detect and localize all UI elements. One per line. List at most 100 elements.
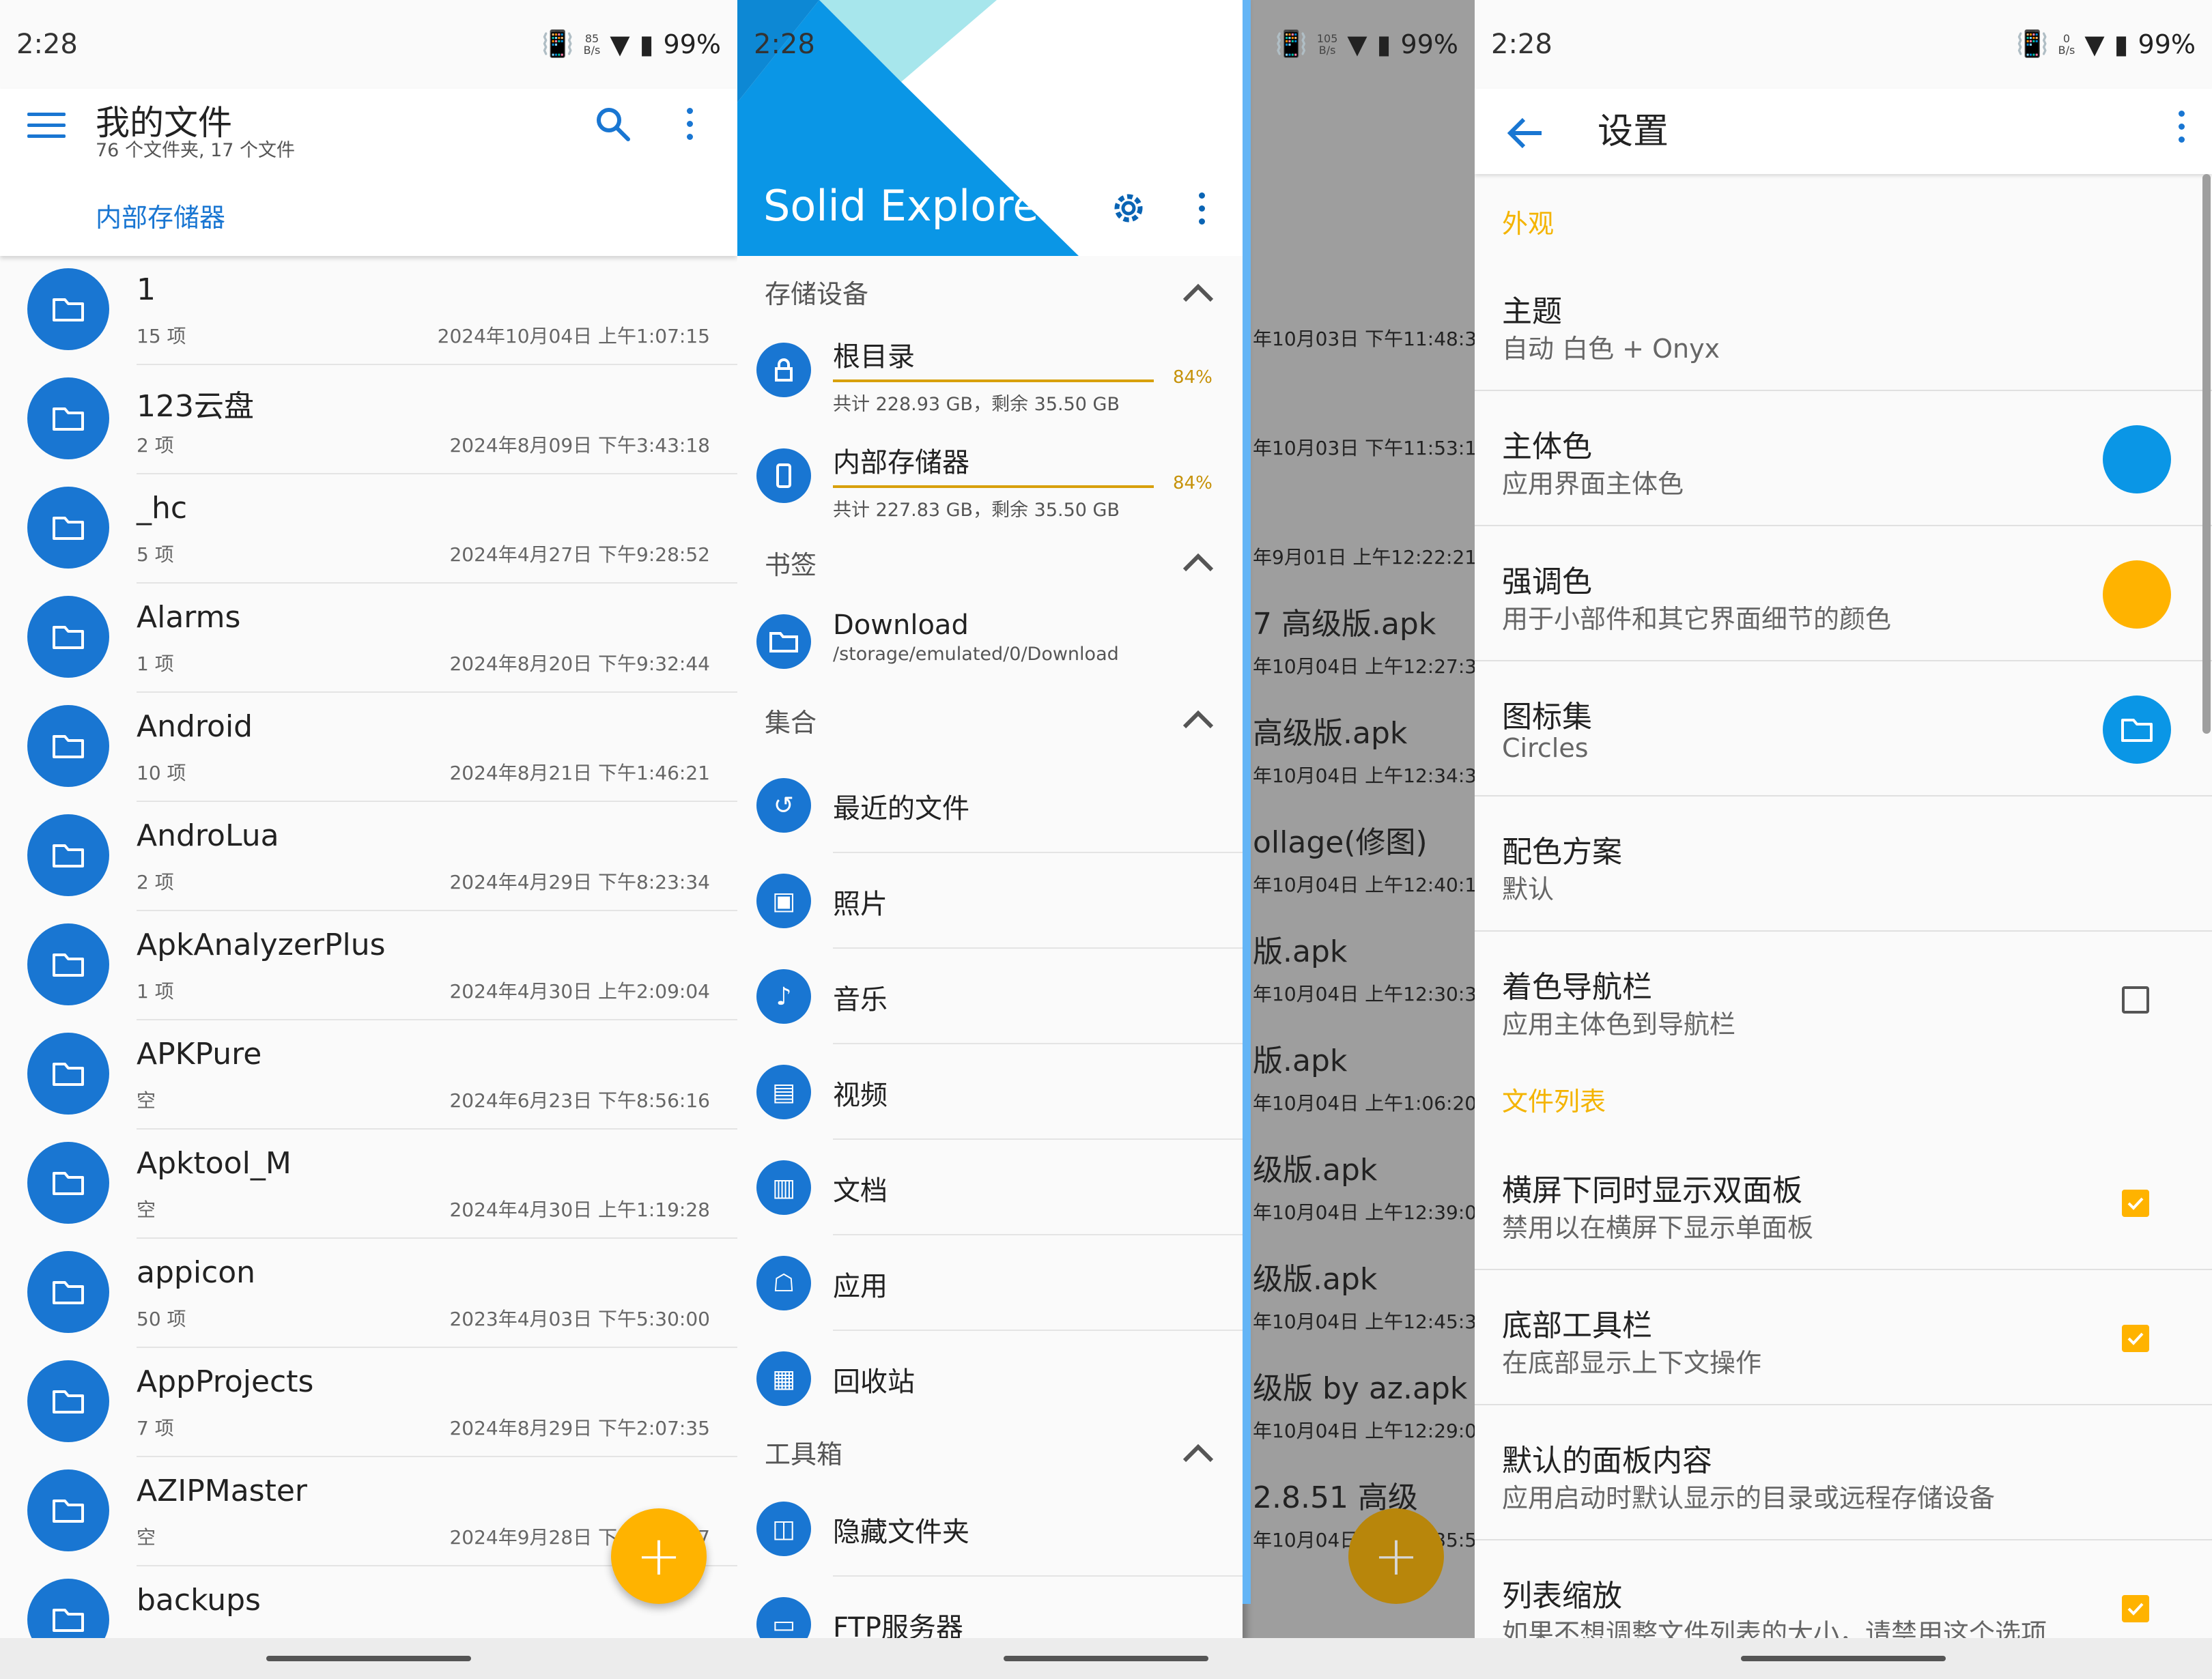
history-icon: ↺ [756,778,811,833]
section-storage: 存储设备 [765,279,869,309]
section-collections: 集合 [765,708,817,738]
battery-icon: ▮ [1376,29,1391,59]
gear-icon[interactable] [1105,184,1152,232]
setting-row[interactable]: 主体色 应用界面主体色 [1475,391,2212,526]
file-item-count: 10 项 [137,762,186,784]
setting-row[interactable]: 横屏下同时显示双面板 禁用以在横屏下显示单面板 [1475,1135,2212,1270]
file-item-count: 2 项 [137,871,174,893]
setting-summary: 在底部显示上下文操作 [1502,1348,1762,1378]
collection-item[interactable]: ▥ 文档 [737,1140,1243,1235]
file-modified-date: 2024年4月29日 下午8:23:34 [449,871,710,893]
file-row[interactable]: Apktool_M 空 2024年4月30日 上午1:19:28 [0,1130,737,1239]
tool-item[interactable]: ◫ 隐藏文件夹 [737,1481,1243,1577]
file-row[interactable]: Android 10 项 2024年8月21日 下午1:46:21 [0,693,737,802]
home-gesture-pill[interactable] [266,1656,471,1661]
battery-level: 99% [663,29,721,59]
file-name: 1 [137,272,156,307]
background-file-text: 年9月01日 上午12:22:21 [1253,546,1475,569]
checkbox-checked[interactable] [2122,1595,2149,1622]
android-icon: ☖ [756,1256,811,1310]
primary-color-swatch[interactable] [2103,425,2171,493]
breadcrumb[interactable]: 内部存储器 [96,197,225,234]
background-file-text: 级版 by az.apk [1253,1371,1468,1406]
file-name: _hc [137,491,188,526]
file-row[interactable]: APKPure 空 2024年6月23日 下午8:56:16 [0,1020,737,1130]
collection-item[interactable]: ♪ 音乐 [737,949,1243,1044]
file-row[interactable]: AndroLua 2 项 2024年4月29日 下午8:23:34 [0,802,737,911]
accent-color-swatch[interactable] [2103,560,2171,629]
file-row[interactable]: _hc 5 项 2024年4月27日 下午9:28:52 [0,474,737,584]
file-item-count: 50 项 [137,1308,186,1330]
checkbox-checked[interactable] [2122,1190,2149,1217]
file-name: AndroLua [137,818,279,853]
setting-row[interactable]: 默认的面板内容 应用启动时默认显示的目录或远程存储设备 [1475,1405,2212,1540]
storage-item-internal[interactable]: 内部存储器 84% 共计 227.83 GB，剩余 35.50 GB [737,440,1243,532]
storage-detail: 共计 228.93 GB，剩余 35.50 GB [833,394,1120,415]
collection-item[interactable]: ☖ 应用 [737,1235,1243,1331]
collection-item[interactable]: ↺ 最近的文件 [737,758,1243,853]
folder-icon[interactable] [2103,695,2171,764]
file-modified-date: 2024年4月30日 上午2:09:04 [449,980,710,1003]
setting-row[interactable]: 图标集 Circles [1475,661,2212,797]
scrollbar[interactable] [2202,174,2211,734]
folder-icon [27,487,109,569]
file-item-count: 空 [137,1526,156,1549]
storage-usage-bar [833,485,1154,488]
file-name: backups [137,1583,261,1618]
background-file-text: 年10月04日 上午12:40:19 [1253,874,1475,896]
add-fab-button[interactable]: + [611,1508,707,1604]
file-row[interactable]: 1 15 项 2024年10月04日 上午1:07:15 [0,256,737,365]
bookmark-download[interactable]: Download /storage/emulated/0/Download [737,604,1243,686]
storage-label: 内部存储器 [833,447,969,478]
back-arrow-icon[interactable] [1502,109,1550,157]
file-row[interactable]: ApkAnalyzerPlus 1 项 2024年4月30日 上午2:09:04 [0,911,737,1020]
checkbox-unchecked[interactable] [2122,986,2149,1014]
scrollbar[interactable] [1243,0,1251,1604]
checkbox-checked[interactable] [2122,1325,2149,1352]
more-options-icon[interactable] [2171,111,2192,152]
setting-row[interactable]: 底部工具栏 在底部显示上下文操作 [1475,1270,2212,1405]
setting-row[interactable]: 强调色 用于小部件和其它界面细节的颜色 [1475,526,2212,661]
collection-item[interactable]: ▦ 回收站 [737,1331,1243,1426]
storage-item-root[interactable]: 根目录 84% 共计 228.93 GB，剩余 35.50 GB [737,334,1243,427]
file-modified-date: 2023年4月03日 下午5:30:00 [449,1308,710,1330]
background-file-text: 年10月04日 上午12:29:02 [1253,1420,1475,1442]
collection-item[interactable]: ▤ 视频 [737,1044,1243,1140]
search-icon[interactable] [593,104,634,145]
file-row[interactable]: 123云盘 2 项 2024年8月09日 下午3:43:18 [0,365,737,474]
file-row[interactable]: AppProjects 7 项 2024年8月29日 下午2:07:35 [0,1348,737,1457]
file-name: appicon [137,1255,256,1290]
chevron-up-icon[interactable] [1174,546,1222,580]
file-row[interactable]: Alarms 1 项 2024年8月20日 下午9:32:44 [0,584,737,693]
background-file-text: 年10月04日 上午12:34:35 [1253,764,1475,787]
folder-icon [27,1251,109,1333]
folder-icon [27,596,109,678]
setting-row[interactable]: 主题 自动 白色 + Onyx [1475,256,2212,391]
home-gesture-pill[interactable] [1741,1656,1946,1661]
storage-usage-bar [833,379,1154,382]
section-bookmarks: 书签 [765,550,817,580]
file-row[interactable]: appicon 50 项 2023年4月03日 下午5:30:00 [0,1239,737,1348]
chevron-up-icon[interactable] [1174,1437,1222,1471]
more-options-icon[interactable] [1191,192,1212,233]
setting-row[interactable]: 配色方案 默认 [1475,797,2212,932]
chevron-up-icon[interactable] [1174,703,1222,737]
vibrate-icon: 📳 [1275,29,1307,59]
more-options-icon[interactable] [679,108,700,149]
collection-item[interactable]: ▣ 照片 [737,853,1243,949]
music-note-icon: ♪ [756,969,811,1024]
hamburger-menu-icon[interactable] [27,113,66,140]
file-name: AppProjects [137,1364,314,1399]
wifi-icon: ▼ [2084,29,2105,59]
setting-summary: 用于小部件和其它界面细节的颜色 [1502,604,1892,634]
file-list: 1 15 项 2024年10月04日 上午1:07:15 123云盘 2 项 2024年8… [0,256,737,1676]
setting-summary: 默认 [1502,874,1555,904]
gesture-bar [0,1638,737,1679]
gesture-bar [1475,1638,2212,1679]
file-name: 123云盘 [137,389,254,424]
chevron-up-icon[interactable] [1174,276,1222,311]
setting-row[interactable]: 着色导航栏 应用主体色到导航栏 [1475,932,2212,1067]
phone-icon [756,448,811,503]
file-modified-date: 2024年4月27日 下午9:28:52 [449,543,710,566]
home-gesture-pill[interactable] [1004,1656,1208,1661]
